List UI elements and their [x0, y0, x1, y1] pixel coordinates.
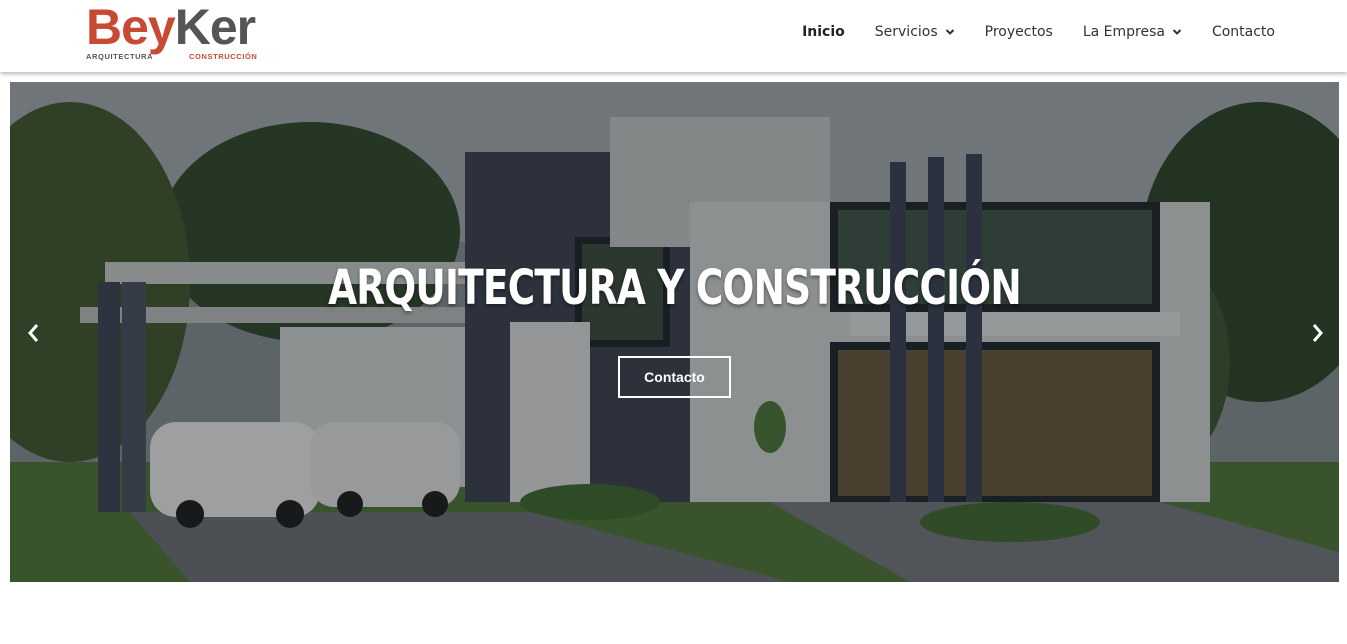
nav-item-contacto[interactable]: Contacto: [1212, 24, 1275, 40]
nav-label: Contacto: [1211, 24, 1275, 40]
nav-label: La Empresa: [1082, 24, 1165, 40]
nav-item-la-empresa[interactable]: La Empresa: [1083, 24, 1182, 40]
nav-item-servicios[interactable]: Servicios: [875, 24, 955, 40]
logo-word-bey: Bey: [86, 0, 176, 55]
logo-word-ker: Ker: [174, 0, 256, 55]
logo-subtitle-arquitectura: ARQUITECTURA: [86, 52, 154, 61]
hero-title: ARQUITECTURA Y CONSTRUCCIÓN: [328, 260, 1022, 316]
hero-contact-button[interactable]: Contacto: [618, 356, 731, 398]
nav-label: Inicio: [802, 24, 845, 40]
brand-logo[interactable]: BeyKer ARQUITECTURA CONSTRUCCIÓN: [86, 2, 286, 62]
nav-item-proyectos[interactable]: Proyectos: [985, 24, 1053, 40]
chevron-down-icon: [1172, 29, 1182, 35]
hero-slider: ARQUITECTURA Y CONSTRUCCIÓN Contacto: [10, 82, 1339, 582]
logo-wordmark: BeyKer: [86, 0, 256, 55]
chevron-left-icon[interactable]: [22, 321, 46, 345]
logo-subtitle-construccion: CONSTRUCCIÓN: [189, 52, 258, 61]
nav-label: Servicios: [874, 24, 938, 40]
nav-item-inicio[interactable]: Inicio: [802, 24, 845, 40]
site-header: BeyKer ARQUITECTURA CONSTRUCCIÓN Inicio …: [0, 0, 1347, 72]
hero-dark-overlay: [10, 82, 1339, 582]
chevron-right-icon[interactable]: [1305, 321, 1329, 345]
nav-label: Proyectos: [984, 24, 1053, 40]
main-nav: Inicio Servicios Proyectos La Empresa Co…: [772, 24, 1275, 40]
chevron-down-icon: [945, 29, 954, 35]
